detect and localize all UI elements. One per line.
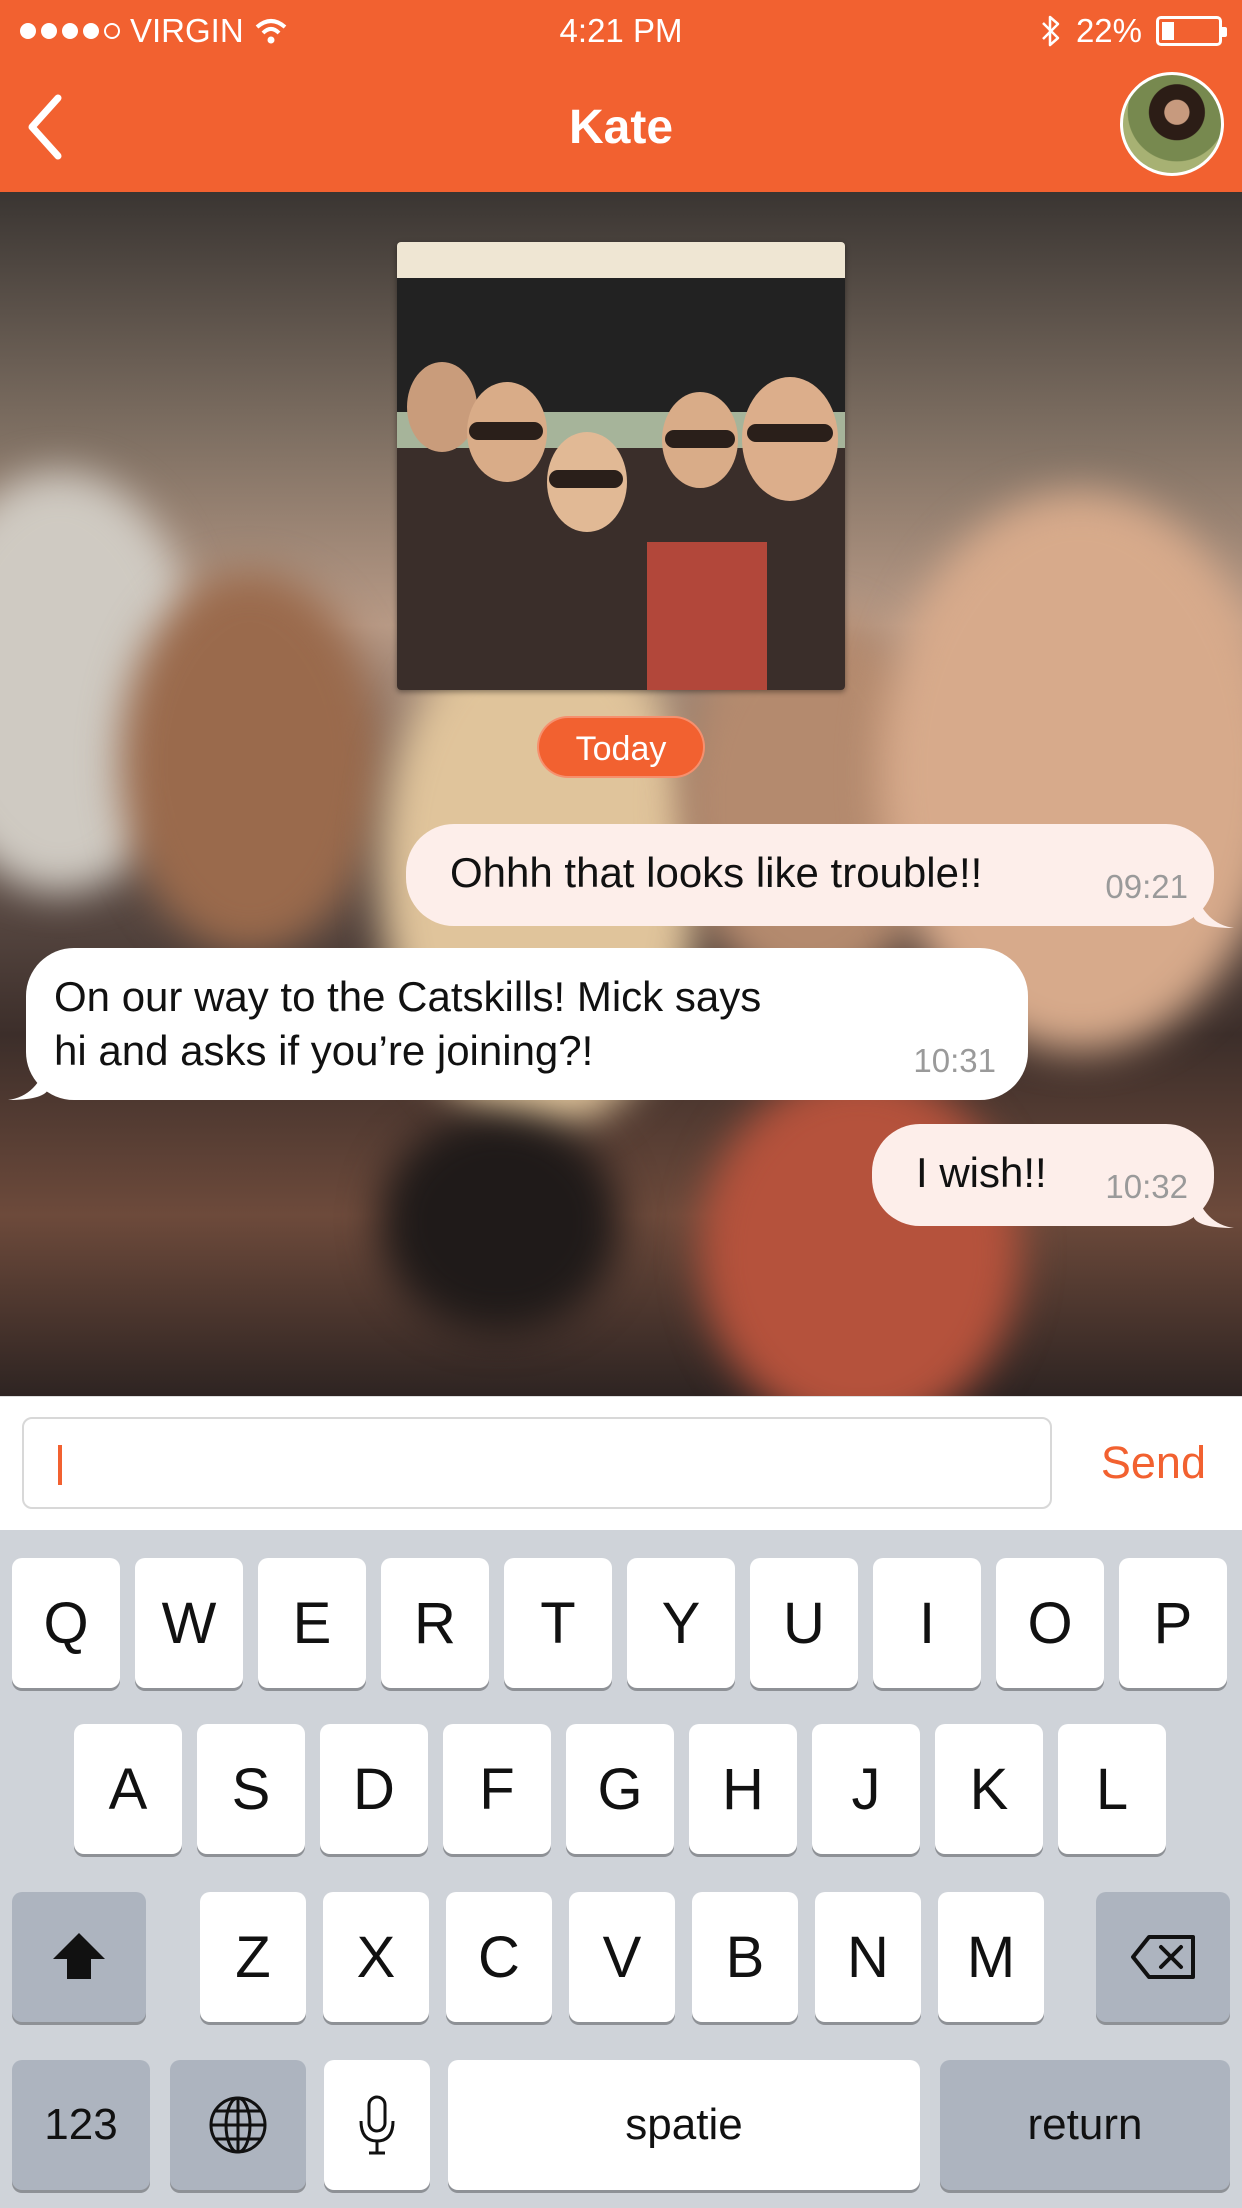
outgoing-message[interactable]: I wish!! 10:32	[872, 1124, 1214, 1226]
space-key[interactable]: spatie	[448, 2060, 920, 2190]
key-b[interactable]: B	[692, 1892, 798, 2022]
shared-photo[interactable]	[397, 242, 845, 690]
backspace-icon	[1131, 1935, 1195, 1979]
bubble-tail	[1194, 1188, 1234, 1228]
key-q[interactable]: Q	[12, 1558, 120, 1688]
key-h[interactable]: H	[689, 1724, 797, 1854]
message-text: Ohhh that looks like trouble!!	[450, 849, 983, 896]
shift-key[interactable]	[12, 1892, 146, 2022]
battery-percent: 22%	[1075, 12, 1142, 49]
page-title: Kate	[568, 101, 674, 154]
key-v[interactable]: V	[569, 1892, 675, 2022]
microphone-icon	[359, 2095, 395, 2155]
key-z[interactable]: Z	[200, 1892, 306, 2022]
key-m[interactable]: M	[938, 1892, 1044, 2022]
key-x[interactable]: X	[323, 1892, 429, 2022]
bubble-tail	[8, 1060, 48, 1100]
key-f[interactable]: F	[443, 1724, 551, 1854]
incoming-message[interactable]: On our way to the Catskills! Mick says h…	[26, 948, 1028, 1100]
key-w[interactable]: W	[135, 1558, 243, 1688]
chat-area[interactable]: Today Ohhh that looks like trouble!! 09:…	[0, 192, 1242, 1396]
key-d[interactable]: D	[320, 1724, 428, 1854]
keyboard: QWERTYUIOP ASDFGHJKL ZXCVBNM 123 spatie …	[0, 1530, 1242, 2208]
outgoing-message[interactable]: Ohhh that looks like trouble!! 09:21	[406, 824, 1214, 926]
backspace-key[interactable]	[1096, 1892, 1230, 2022]
date-separator: Today	[537, 716, 705, 778]
key-k[interactable]: K	[935, 1724, 1043, 1854]
key-g[interactable]: G	[566, 1724, 674, 1854]
key-r[interactable]: R	[381, 1558, 489, 1688]
message-time: 09:21	[1105, 868, 1188, 905]
message-text-line: On our way to the Catskills! Mick says	[54, 973, 762, 1020]
contact-avatar[interactable]	[1120, 72, 1224, 176]
bubble-tail	[1194, 888, 1234, 928]
send-button[interactable]: Send	[1101, 1437, 1206, 1489]
app-header: VIRGIN 4:21 PM 22% Kate	[0, 0, 1242, 192]
text-cursor	[58, 1445, 62, 1485]
message-time: 10:32	[1105, 1168, 1188, 1205]
key-p[interactable]: P	[1119, 1558, 1227, 1688]
key-u[interactable]: U	[750, 1558, 858, 1688]
battery-icon	[1156, 16, 1227, 46]
key-n[interactable]: N	[815, 1892, 921, 2022]
message-text-line: hi and asks if you’re joining?!	[54, 1027, 594, 1074]
bluetooth-icon	[1042, 15, 1060, 47]
numbers-key[interactable]: 123	[12, 2060, 150, 2190]
message-input[interactable]	[22, 1417, 1052, 1509]
key-i[interactable]: I	[873, 1558, 981, 1688]
shift-icon	[53, 1933, 105, 1979]
message-composer: Send	[0, 1396, 1242, 1530]
key-j[interactable]: J	[812, 1724, 920, 1854]
key-t[interactable]: T	[504, 1558, 612, 1688]
key-c[interactable]: C	[446, 1892, 552, 2022]
return-key[interactable]: return	[940, 2060, 1230, 2190]
key-y[interactable]: Y	[627, 1558, 735, 1688]
message-time: 10:31	[913, 1042, 996, 1079]
globe-key[interactable]	[170, 2060, 306, 2190]
key-e[interactable]: E	[258, 1558, 366, 1688]
globe-icon	[209, 2096, 267, 2154]
microphone-key[interactable]	[324, 2060, 430, 2190]
key-s[interactable]: S	[197, 1724, 305, 1854]
key-o[interactable]: O	[996, 1558, 1104, 1688]
key-l[interactable]: L	[1058, 1724, 1166, 1854]
key-a[interactable]: A	[74, 1724, 182, 1854]
message-text: I wish!!	[916, 1149, 1047, 1196]
status-bar: VIRGIN 4:21 PM 22%	[0, 0, 1242, 62]
